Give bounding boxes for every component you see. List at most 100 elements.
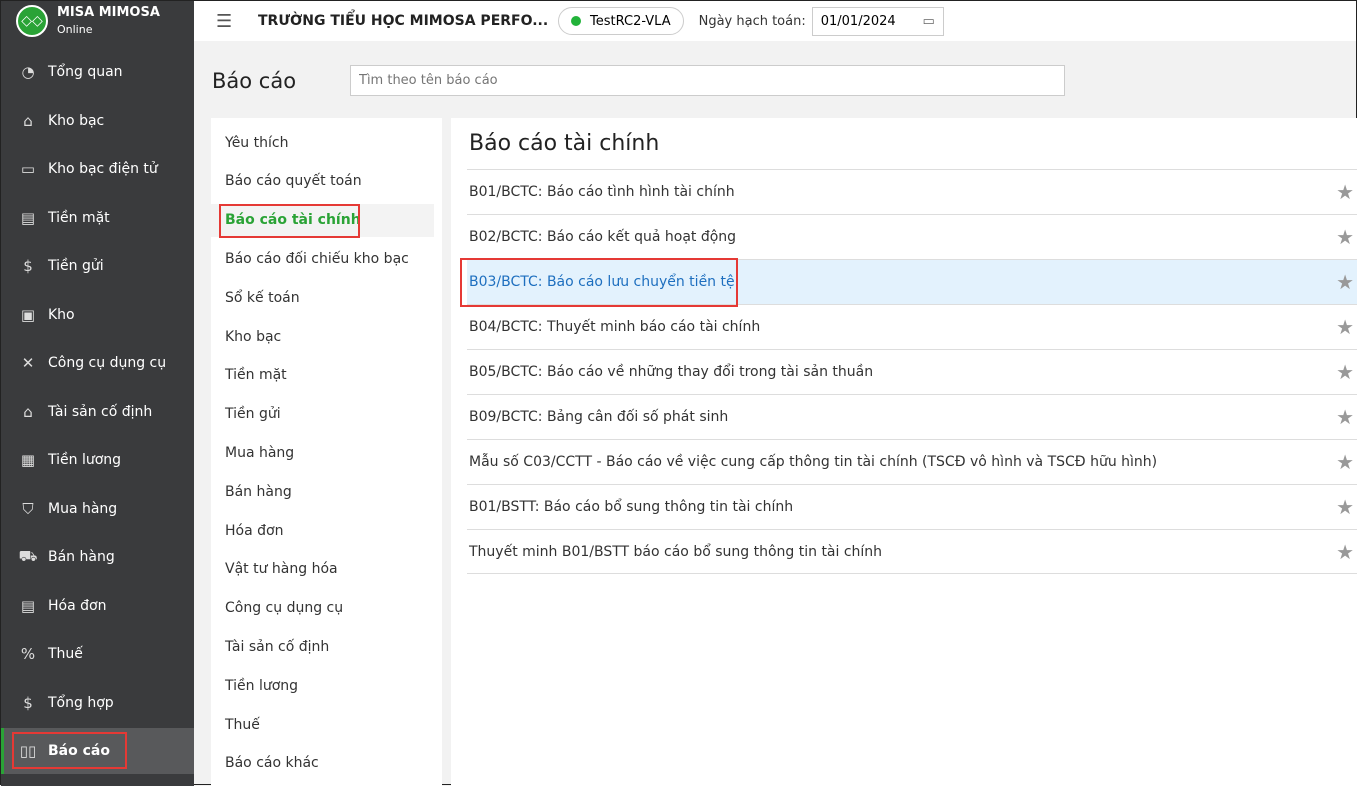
sidebar-item[interactable]: ◔ Tổng quan: [1, 49, 194, 95]
date-label: Ngày hạch toán:: [698, 13, 806, 29]
sidebar-item-label: Tổng hợp: [48, 694, 114, 711]
sidebar-item-label: Thuế: [48, 646, 83, 662]
report-name[interactable]: B05/BCTC: Báo cáo về những thay đổi tron…: [469, 364, 873, 380]
category-item[interactable]: Công cụ dụng cụ: [211, 592, 434, 625]
sidebar-item-label: Bán hàng: [48, 549, 115, 565]
category-item[interactable]: Báo cáo khác: [211, 747, 434, 780]
category-item[interactable]: Báo cáo quyết toán: [211, 165, 434, 198]
sidebar-item[interactable]: ▦ Tiền lương: [1, 437, 194, 483]
category-item[interactable]: Mua hàng: [211, 436, 434, 469]
sidebar: ◇◇ MISA MIMOSA Online ◔ Tổng quan ⌂ Kho bạc ▭…: [1, 1, 194, 786]
monitor-icon: ▭: [20, 160, 36, 178]
warehouse-icon: ▣: [20, 305, 36, 324]
sidebar-item[interactable]: % Thuế: [1, 631, 194, 677]
status-dot-icon: [571, 16, 581, 26]
report-name[interactable]: B01/BCTC: Báo cáo tình hình tài chính: [469, 184, 735, 200]
report-name[interactable]: B01/BSTT: Báo cáo bổ sung thông tin tài …: [469, 499, 793, 515]
favorite-star-icon[interactable]: ★: [1336, 540, 1354, 564]
sidebar-item[interactable]: ⛉ Mua hàng: [1, 486, 194, 532]
sidebar-item[interactable]: ✕ Công cụ dụng cụ: [1, 340, 194, 386]
report-row[interactable]: B01/BCTC: Báo cáo tình hình tài chính ★: [467, 169, 1357, 214]
sidebar-item-label: Hóa đơn: [48, 597, 107, 614]
deposit-icon: $: [23, 257, 33, 275]
pie-chart-icon: ◔: [21, 63, 35, 81]
report-panel: Báo cáo tài chính B01/BCTC: Báo cáo tình…: [451, 118, 1357, 786]
highlight-box: [219, 204, 360, 238]
misa-logo-icon: ◇◇: [16, 5, 48, 37]
favorite-star-icon[interactable]: ★: [1336, 225, 1354, 249]
category-item[interactable]: Tiền mặt: [211, 359, 434, 392]
hamburger-menu-icon[interactable]: ☰: [216, 11, 236, 32]
treasury-icon: ⌂: [23, 111, 33, 130]
report-name[interactable]: B04/BCTC: Thuyết minh báo cáo tài chính: [469, 319, 760, 335]
sidebar-item[interactable]: ▣ Kho: [1, 292, 194, 338]
posting-date-input[interactable]: 01/01/2024 ▭: [811, 6, 944, 36]
category-item[interactable]: Bán hàng: [211, 475, 434, 508]
tools-icon: ✕: [21, 354, 35, 372]
favorite-star-icon[interactable]: ★: [1336, 360, 1354, 384]
invoice-icon: ▤: [20, 596, 36, 615]
posting-date-value: 01/01/2024: [820, 13, 896, 29]
report-row[interactable]: B02/BCTC: Báo cáo kết quả hoạt động ★: [467, 214, 1357, 259]
sidebar-item[interactable]: ▭ Kho bạc điện tử: [1, 146, 194, 192]
report-row[interactable]: B04/BCTC: Thuyết minh báo cáo tài chính ★: [467, 304, 1357, 349]
sidebar-item[interactable]: $ Tổng hợp: [1, 680, 194, 726]
category-item[interactable]: Tiền gửi: [211, 398, 434, 431]
report-row[interactable]: B01/BSTT: Báo cáo bổ sung thông tin tài …: [467, 484, 1357, 529]
favorite-star-icon[interactable]: ★: [1336, 270, 1354, 294]
panel-title: Báo cáo tài chính: [469, 131, 660, 156]
sidebar-item-label: Kho bạc điện tử: [48, 161, 158, 177]
report-name[interactable]: B09/BCTC: Bảng cân đối số phát sinh: [469, 409, 728, 425]
sidebar-item-label: Tiền lương: [48, 452, 122, 468]
report-name[interactable]: B02/BCTC: Báo cáo kết quả hoạt động: [469, 229, 736, 245]
sidebar-item-label: Tổng quan: [48, 64, 123, 80]
sidebar-item-label: Kho bạc: [48, 112, 105, 129]
app-name: MISA MIMOSA: [57, 5, 160, 20]
database-name: TestRC2-VLA: [590, 13, 671, 29]
sidebar-item-label: Công cụ dụng cụ: [48, 355, 167, 371]
organization-name: TRƯỜNG TIỂU HỌC MIMOSA PERFO...: [258, 13, 549, 29]
report-name[interactable]: Thuyết minh B01/BSTT báo cáo bổ sung thô…: [469, 544, 882, 560]
category-item[interactable]: Tiền lương: [211, 669, 434, 702]
sidebar-item[interactable]: ⛟ Bán hàng: [1, 534, 194, 580]
database-selector[interactable]: TestRC2-VLA: [558, 7, 684, 35]
category-item[interactable]: Kho bạc: [211, 320, 434, 353]
category-item[interactable]: Báo cáo đối chiếu kho bạc: [211, 242, 434, 275]
page-title: Báo cáo: [212, 69, 297, 93]
favorite-star-icon[interactable]: ★: [1336, 450, 1354, 474]
topbar: ☰ TRƯỜNG TIỂU HỌC MIMOSA PERFO... TestRC…: [194, 1, 1356, 41]
bag-icon: ⛉: [22, 499, 34, 518]
sidebar-item-label: Tiền mặt: [48, 209, 110, 226]
logo[interactable]: ◇◇ MISA MIMOSA Online: [1, 1, 194, 41]
sidebar-item[interactable]: $ Tiền gửi: [1, 243, 194, 289]
highlight-box: [460, 258, 738, 307]
salary-icon: ▦: [20, 451, 36, 469]
report-row[interactable]: B09/BCTC: Bảng cân đối số phát sinh ★: [467, 394, 1357, 439]
sidebar-item[interactable]: ▤ Tiền mặt: [1, 195, 194, 241]
favorite-star-icon[interactable]: ★: [1336, 315, 1354, 339]
cash-icon: ▤: [20, 208, 36, 227]
report-row[interactable]: Thuyết minh B01/BSTT báo cáo bổ sung thô…: [467, 529, 1357, 574]
sidebar-item[interactable]: ⌂ Tài sản cố định: [1, 389, 194, 435]
cart-icon: ⛟: [18, 547, 38, 565]
category-item[interactable]: Yêu thích: [211, 126, 434, 159]
search-input[interactable]: [350, 65, 1065, 96]
report-name[interactable]: Mẫu số C03/CCTT - Báo cáo về việc cung c…: [469, 454, 1157, 470]
sidebar-item-label: Tài sản cố định: [48, 403, 153, 420]
sidebar-item[interactable]: ▤ Hóa đơn: [1, 583, 194, 629]
category-item[interactable]: Sổ kế toán: [211, 281, 434, 314]
category-item[interactable]: Tài sản cố định: [211, 630, 434, 663]
sidebar-item[interactable]: ⌂ Kho bạc: [1, 98, 194, 144]
sidebar-item-label: Tiền gửi: [48, 258, 104, 274]
favorite-star-icon[interactable]: ★: [1336, 495, 1354, 519]
category-item[interactable]: Hóa đơn: [211, 514, 434, 547]
favorite-star-icon[interactable]: ★: [1336, 405, 1354, 429]
calendar-icon[interactable]: ▭: [922, 14, 934, 29]
report-row[interactable]: B05/BCTC: Báo cáo về những thay đổi tron…: [467, 349, 1357, 394]
app-subtitle: Online: [57, 23, 93, 36]
sidebar-item-label: Mua hàng: [48, 500, 118, 517]
report-row[interactable]: Mẫu số C03/CCTT - Báo cáo về việc cung c…: [467, 439, 1357, 484]
category-item[interactable]: Thuế: [211, 708, 434, 741]
favorite-star-icon[interactable]: ★: [1336, 180, 1354, 204]
category-item[interactable]: Vật tư hàng hóa: [211, 553, 434, 586]
